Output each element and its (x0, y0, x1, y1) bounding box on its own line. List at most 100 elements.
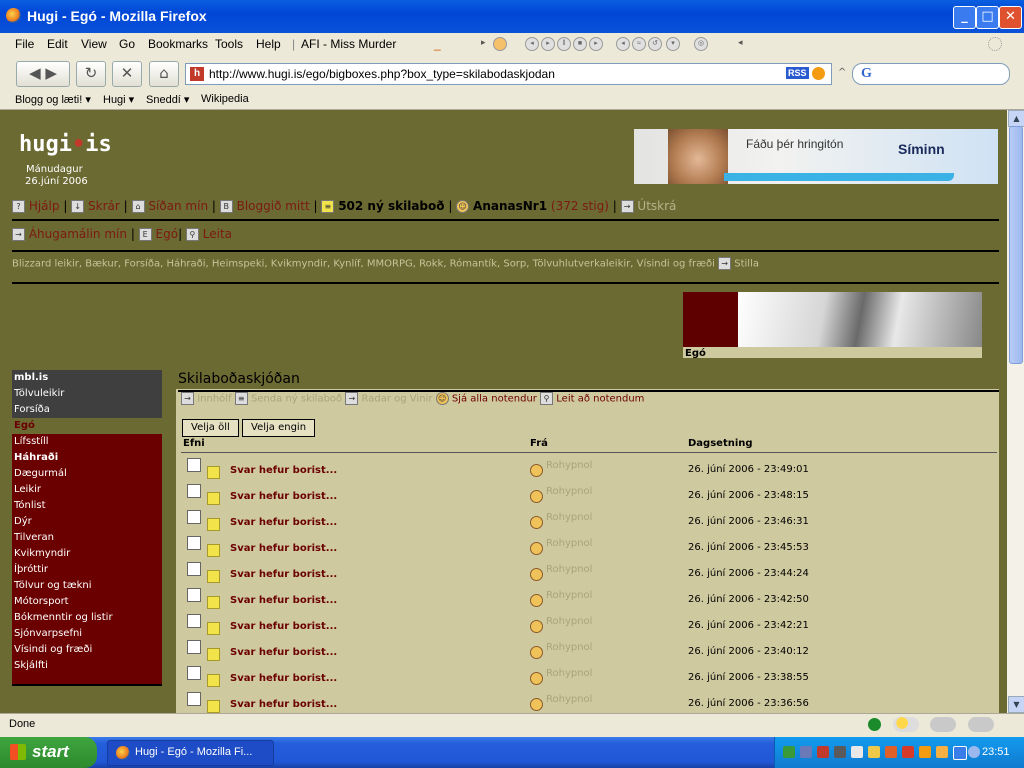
media-pause-icon[interactable]: ‖ (557, 37, 571, 51)
tray-app-icon-2[interactable] (817, 746, 829, 758)
message-checkbox[interactable] (187, 588, 201, 602)
sidebar-item-forsida[interactable]: Forsíða (12, 402, 162, 418)
message-checkbox[interactable] (187, 484, 201, 498)
send-new-link[interactable]: Senda ný skilaboð (251, 394, 342, 405)
tray-app-icon-5[interactable] (868, 746, 880, 758)
interests-link[interactable]: Áhugamálin mín (29, 227, 127, 241)
my-page-link[interactable]: Síðan mín (148, 199, 208, 213)
sidebar-item-daegurmal[interactable]: Dægurmál (12, 466, 162, 482)
logout-link[interactable]: Útskrá (637, 199, 676, 213)
message-row[interactable]: Svar hefur borist... Rohypnol 26. júní 200… (176, 666, 999, 693)
sidebar-item-sjonvarpsefni[interactable]: Sjónvarpsefni (12, 626, 162, 642)
scroll-down-icon[interactable]: ▼ (1008, 696, 1024, 713)
message-subject[interactable]: Svar hefur borist... (230, 491, 337, 502)
maximize-button[interactable]: □ (976, 6, 999, 29)
sidebar-item-dyr[interactable]: Dýr (12, 514, 162, 530)
message-subject[interactable]: Svar hefur borist... (230, 699, 337, 710)
media-stop-icon[interactable]: ■ (573, 37, 587, 51)
message-row[interactable]: Svar hefur borist... Rohypnol 26. júní 200… (176, 562, 999, 589)
weather-sun-icon[interactable] (893, 717, 919, 732)
back-forward-button[interactable]: ◀ ▶ (16, 61, 70, 87)
column-from[interactable]: Frá (530, 438, 548, 449)
my-blog-link[interactable]: Bloggið mitt (237, 199, 310, 213)
message-subject[interactable]: Svar hefur borist... (230, 673, 337, 684)
menu-bookmarks[interactable]: Bookmarks (148, 37, 208, 51)
sidebar-item-ego[interactable]: Egó (12, 418, 162, 434)
toolbar-chevron-icon[interactable]: ◂ (738, 37, 743, 48)
see-all-users-link[interactable]: Sjá alla notendur (452, 394, 537, 405)
address-bar[interactable]: h http://www.hugi.is/ego/bigboxes.php?bo… (185, 63, 832, 85)
ego-link[interactable]: Egó (156, 227, 179, 241)
sidebar-item-mbl[interactable]: mbl.is (12, 370, 162, 386)
message-subject[interactable]: Svar hefur borist... (230, 595, 337, 606)
message-subject[interactable]: Svar hefur borist... (230, 517, 337, 528)
message-subject[interactable]: Svar hefur borist... (230, 465, 337, 476)
menu-edit[interactable]: Edit (47, 37, 68, 51)
message-sender[interactable]: Rohypnol (546, 590, 592, 601)
media-menu-icon[interactable]: ◎ (694, 37, 708, 51)
message-checkbox[interactable] (187, 614, 201, 628)
tray-app-icon-10[interactable] (968, 746, 980, 758)
settings-link[interactable]: Stilla (734, 259, 759, 270)
message-sender[interactable]: Rohypnol (546, 512, 592, 523)
message-checkbox[interactable] (187, 458, 201, 472)
search-link[interactable]: Leita (203, 227, 232, 241)
help-link[interactable]: Hjálp (29, 199, 60, 213)
media-shuffle-icon[interactable]: ≈ (632, 37, 646, 51)
new-messages-link[interactable]: 502 ný skilaboð (338, 199, 444, 213)
url-text[interactable]: http://www.hugi.is/ego/bigboxes.php?box_… (209, 67, 555, 81)
weather-rain-icon-2[interactable] (968, 717, 994, 732)
message-subject[interactable]: Svar hefur borist... (230, 621, 337, 632)
sidebar-item-skjalfti[interactable]: Skjálfti (12, 658, 162, 674)
media-play-icon[interactable]: ▸ (541, 37, 555, 51)
message-checkbox[interactable] (187, 536, 201, 550)
media-options-icon[interactable]: ▾ (666, 37, 680, 51)
menu-file[interactable]: File (15, 37, 34, 51)
tray-app-icon-4[interactable] (851, 746, 863, 758)
sidebar-item-hahradi[interactable]: Háhraði (12, 450, 162, 466)
sidebar-item-motorsport[interactable]: Mótorsport (12, 594, 162, 610)
scrollbar-thumb[interactable] (1009, 126, 1023, 364)
category-list[interactable]: Blizzard leikir, Bækur, Forsíða, Háhraði… (12, 259, 715, 270)
message-subject[interactable]: Svar hefur borist... (230, 543, 337, 554)
bookmark-sneddi[interactable]: Sneddí ▾ (146, 93, 189, 106)
menu-tools[interactable]: Tools (215, 37, 243, 51)
sidebar-item-tolvur[interactable]: Tölvur og tækni (12, 578, 162, 594)
ad-banner[interactable]: Fáðu þér hringitón Síminn (634, 129, 998, 184)
tray-app-icon-9[interactable] (936, 746, 948, 758)
message-checkbox[interactable] (187, 510, 201, 524)
menu-go[interactable]: Go (119, 37, 135, 51)
message-checkbox[interactable] (187, 692, 201, 706)
message-row[interactable]: Svar hefur borist... Rohypnol 26. júní 200… (176, 588, 999, 615)
weather-rain-icon[interactable] (930, 717, 956, 732)
sidebar-item-tonlist[interactable]: Tónlist (12, 498, 162, 514)
files-link[interactable]: Skrár (88, 199, 120, 213)
google-icon[interactable]: G (861, 66, 872, 82)
username-link[interactable]: AnanasNr1 (473, 199, 547, 213)
message-row[interactable]: Svar hefur borist... Rohypnol 26. júní 200… (176, 536, 999, 563)
message-sender[interactable]: Rohypnol (546, 668, 592, 679)
message-row[interactable]: Svar hefur borist... Rohypnol 26. júní 200… (176, 510, 999, 537)
find-users-link[interactable]: Leit að notendum (556, 394, 644, 405)
scroll-up-icon[interactable]: ▲ (1008, 110, 1024, 127)
menu-view[interactable]: View (81, 37, 107, 51)
media-logo-icon[interactable] (493, 37, 507, 51)
message-sender[interactable]: Rohypnol (546, 564, 592, 575)
message-subject[interactable]: Svar hefur borist... (230, 569, 337, 580)
close-button[interactable]: ✕ (999, 6, 1022, 29)
message-checkbox[interactable] (187, 562, 201, 576)
message-row[interactable]: Svar hefur borist... Rohypnol 26. júní 200… (176, 484, 999, 511)
select-none-button[interactable]: Velja engin (242, 419, 316, 437)
message-sender[interactable]: Rohypnol (546, 694, 592, 705)
back-icon[interactable]: ◀ (29, 64, 41, 82)
forward-icon[interactable]: ▶ (45, 64, 57, 82)
column-subject[interactable]: Efni (183, 438, 205, 449)
sidebar-item-leikir[interactable]: Leikir (12, 482, 162, 498)
radar-link[interactable]: Radar og Vinir (362, 394, 433, 405)
sidebar-item-bokmenntir[interactable]: Bókmenntir og listir (12, 610, 162, 626)
rss-icon[interactable]: RSS (786, 67, 809, 79)
message-row[interactable]: Svar hefur borist... Rohypnol 26. júní 200… (176, 458, 999, 485)
media-volume-icon[interactable]: ◂ (616, 37, 630, 51)
tray-app-icon-6[interactable] (885, 746, 897, 758)
bookmark-wikipedia[interactable]: Wikipedia (201, 93, 249, 105)
